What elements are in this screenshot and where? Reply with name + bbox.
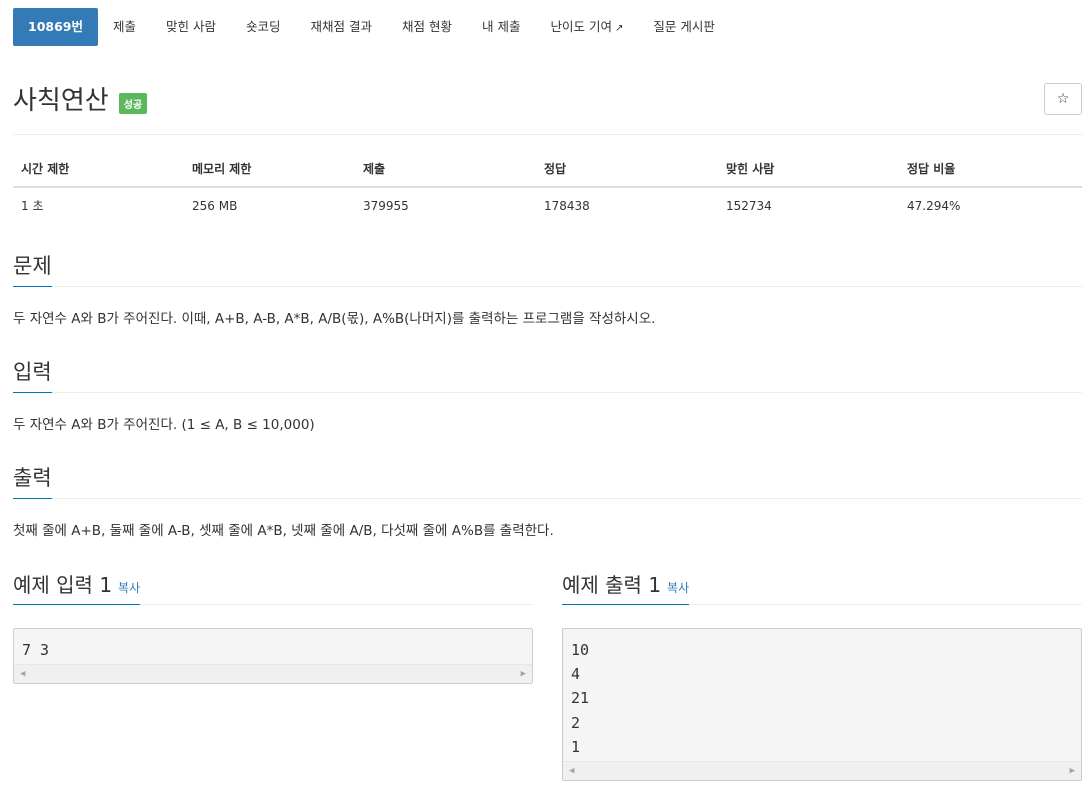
sample-output-scrollbar[interactable]: ◀ ▶: [563, 760, 1081, 780]
nav-solvers[interactable]: 맞힌 사람: [151, 8, 231, 46]
title-row: 사칙연산 성공: [13, 80, 148, 117]
problem-description: 두 자연수 A와 B가 주어진다. 이때, A+B, A-B, A*B, A/B…: [13, 311, 656, 327]
sample-output-box[interactable]: 10 4 21 2 1 ◀ ▶: [562, 628, 1082, 781]
scroll-left-icon[interactable]: ◀: [569, 766, 574, 776]
info-header-row: 시간 제한 메모리 제한 제출 정답 맞힌 사람 정답 비율: [13, 152, 1082, 188]
copy-output-link[interactable]: 복사: [667, 581, 689, 595]
sample-input-scrollbar[interactable]: ◀ ▶: [14, 664, 532, 684]
header-solvers: 맞힌 사람: [718, 152, 899, 188]
input-section: 입력 두 자연수 A와 B가 주어진다. (1 ≤ A, B ≤ 10,000): [13, 356, 1082, 433]
star-icon: ☆: [1056, 91, 1070, 107]
sample-output-panel: 예제 출력 1 복사 10 4 21 2 1 ◀ ▶: [562, 569, 1082, 781]
output-heading: 출력: [13, 462, 52, 499]
problem-info-table: 시간 제한 메모리 제한 제출 정답 맞힌 사람 정답 비율 1 초 256 M…: [13, 152, 1082, 223]
header-accepted: 정답: [536, 152, 718, 188]
copy-input-link[interactable]: 복사: [118, 581, 140, 595]
sample-output-line: 10: [571, 641, 590, 659]
nav-question-board[interactable]: 질문 게시판: [638, 8, 729, 46]
sample-input-panel: 예제 입력 1 복사 7 3 ◀ ▶: [13, 569, 533, 685]
input-description: 두 자연수 A와 B가 주어진다. (1 ≤ A, B ≤ 10,000): [13, 417, 315, 433]
input-heading: 입력: [13, 356, 52, 393]
title-divider: [13, 134, 1082, 135]
sample-output-line: 2: [571, 713, 581, 732]
sample-output-line: 1: [571, 737, 581, 756]
star-button[interactable]: ☆: [1044, 83, 1082, 115]
nav-status[interactable]: 채점 현황: [387, 8, 467, 46]
output-heading-line: [13, 498, 1082, 499]
page-title: 사칙연산: [13, 86, 109, 116]
input-heading-line: [13, 392, 1082, 393]
scroll-right-icon[interactable]: ▶: [1070, 766, 1075, 776]
info-value-row: 1 초 256 MB 379955 178438 152734 47.294%: [13, 187, 1082, 223]
problem-heading-line: [13, 286, 1082, 287]
sample-output-line: 4: [571, 665, 581, 684]
value-memory-limit: 256 MB: [192, 198, 238, 213]
nav-submit[interactable]: 제출: [98, 8, 151, 46]
sample-output-lines: 10 4 21 2 1: [563, 629, 1081, 761]
problem-heading: 문제: [13, 250, 52, 287]
value-time-limit: 1 초: [21, 199, 44, 213]
nav-my-submissions[interactable]: 내 제출: [467, 8, 535, 46]
problem-page: 10869번 제출 맞힌 사람 숏코딩 재채점 결과 채점 현황 내 제출 난이…: [0, 0, 1092, 792]
value-solvers: 152734: [726, 198, 772, 213]
nav-difficulty-contribution[interactable]: 난이도 기여 ↗: [535, 8, 638, 46]
nav-rejudge-results[interactable]: 재채점 결과: [296, 8, 387, 46]
sample-input-lines: 7 3: [14, 629, 532, 664]
sample-output-line: 21: [571, 689, 590, 708]
nav-short-coding[interactable]: 숏코딩: [231, 8, 296, 46]
sample-input-heading: 예제 입력 1 복사: [13, 569, 141, 605]
problem-nav: 10869번 제출 맞힌 사람 숏코딩 재채점 결과 채점 현황 내 제출 난이…: [13, 8, 730, 46]
external-link-icon: ↗: [614, 23, 624, 34]
scroll-right-icon[interactable]: ▶: [521, 669, 526, 679]
sample-input-line: 7 3: [22, 641, 50, 659]
nav-difficulty-label: 난이도 기여: [550, 19, 612, 34]
nav-problem-number[interactable]: 10869번: [13, 8, 98, 46]
sample-input-box[interactable]: 7 3 ◀ ▶: [13, 628, 533, 685]
header-ratio: 정답 비율: [899, 152, 1082, 188]
scroll-left-icon[interactable]: ◀: [20, 669, 25, 679]
sample-output-heading: 예제 출력 1 복사: [562, 569, 690, 605]
problem-section: 문제 두 자연수 A와 B가 주어진다. 이때, A+B, A-B, A*B, …: [13, 250, 1082, 327]
sample-output-title: 예제 출력 1: [562, 573, 662, 597]
header-time-limit: 시간 제한: [13, 152, 184, 188]
output-description: 첫째 줄에 A+B, 둘째 줄에 A-B, 셋째 줄에 A*B, 넷째 줄에 A…: [13, 523, 554, 539]
header-submissions: 제출: [355, 152, 536, 188]
value-submissions: 379955: [363, 198, 409, 213]
value-accepted: 178438: [544, 198, 590, 213]
sample-input-title: 예제 입력 1: [13, 573, 113, 597]
status-badge: 성공: [118, 93, 148, 114]
output-section: 출력 첫째 줄에 A+B, 둘째 줄에 A-B, 셋째 줄에 A*B, 넷째 줄…: [13, 462, 1082, 539]
header-memory-limit: 메모리 제한: [184, 152, 355, 188]
value-ratio: 47.294%: [907, 198, 961, 213]
